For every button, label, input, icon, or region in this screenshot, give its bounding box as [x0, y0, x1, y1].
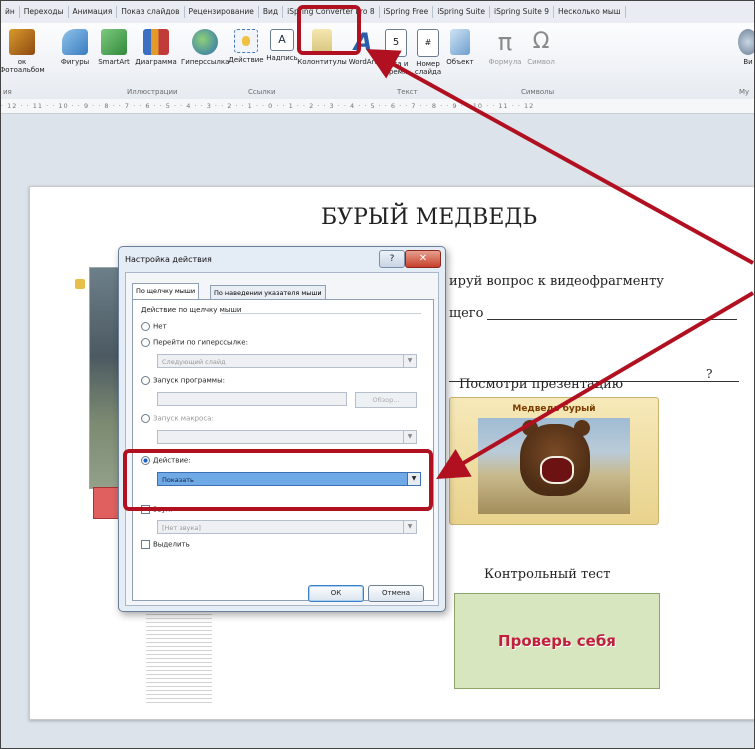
- callout-arrows: [365, 49, 754, 480]
- arrow-to-dialog-action: [436, 291, 754, 480]
- arrow-to-ribbon-action: [365, 49, 754, 265]
- app-window: йн Переходы Анимация Показ слайдов Рецен…: [0, 0, 755, 749]
